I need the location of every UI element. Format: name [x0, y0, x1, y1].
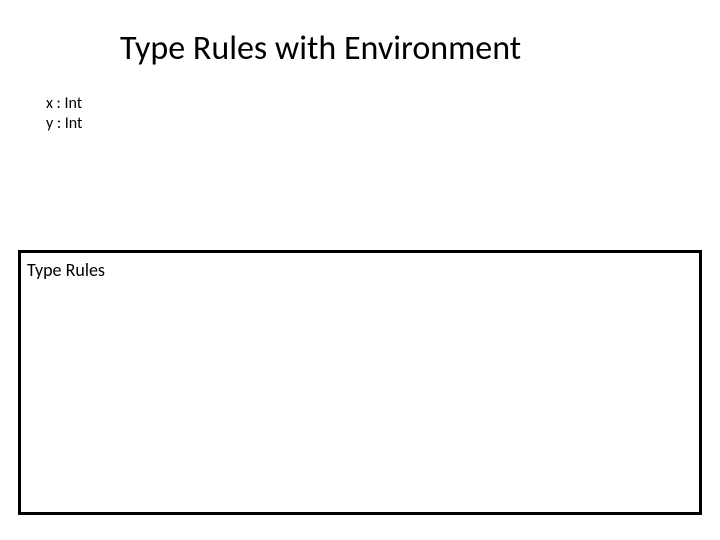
- type-rules-label: Type Rules: [27, 259, 105, 281]
- type-rules-box: Type Rules: [18, 250, 702, 515]
- env-line-1: x : Int: [46, 94, 82, 114]
- page-title: Type Rules with Environment: [120, 28, 521, 69]
- env-line-2: y : Int: [46, 114, 82, 134]
- environment-bindings: x : Int y : Int: [46, 94, 82, 134]
